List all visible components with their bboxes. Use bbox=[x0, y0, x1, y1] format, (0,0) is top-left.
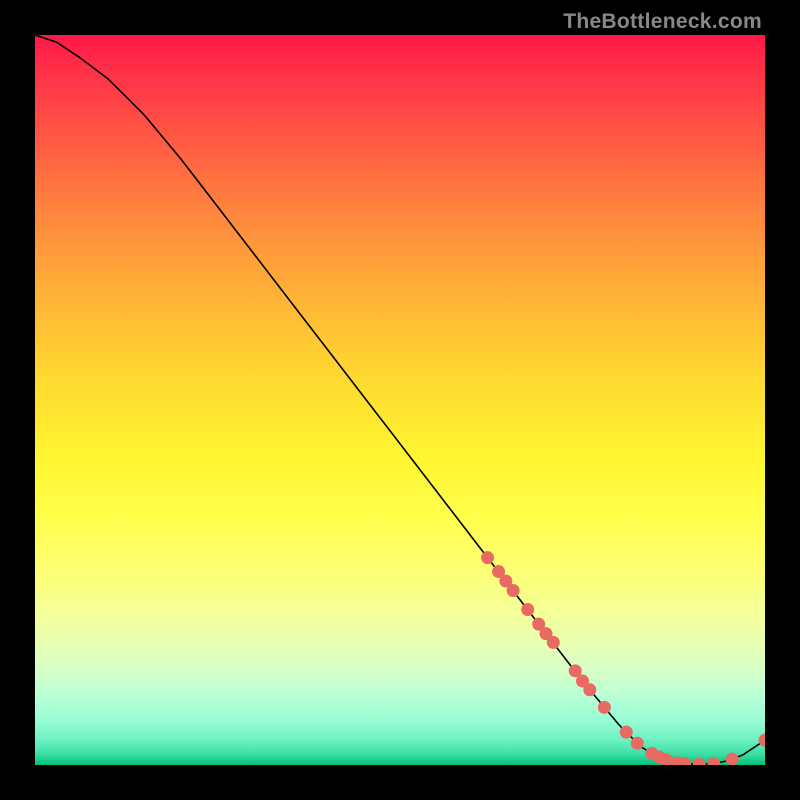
plot-area bbox=[35, 35, 765, 765]
curve-markers bbox=[481, 551, 765, 765]
curve-marker bbox=[707, 757, 720, 765]
curve-marker bbox=[521, 603, 534, 616]
curve-marker bbox=[693, 758, 706, 765]
curve-marker bbox=[726, 753, 739, 765]
curve-marker bbox=[583, 683, 596, 696]
curve-marker bbox=[620, 726, 633, 739]
curve-marker bbox=[547, 636, 560, 649]
curve-marker bbox=[598, 701, 611, 714]
curve-marker bbox=[481, 551, 494, 564]
chart-frame: TheBottleneck.com bbox=[0, 0, 800, 800]
curve-marker bbox=[631, 737, 644, 750]
curve-marker bbox=[507, 584, 520, 597]
attribution-text: TheBottleneck.com bbox=[563, 10, 762, 34]
curve-line bbox=[35, 35, 765, 764]
bottleneck-curve bbox=[35, 35, 765, 765]
